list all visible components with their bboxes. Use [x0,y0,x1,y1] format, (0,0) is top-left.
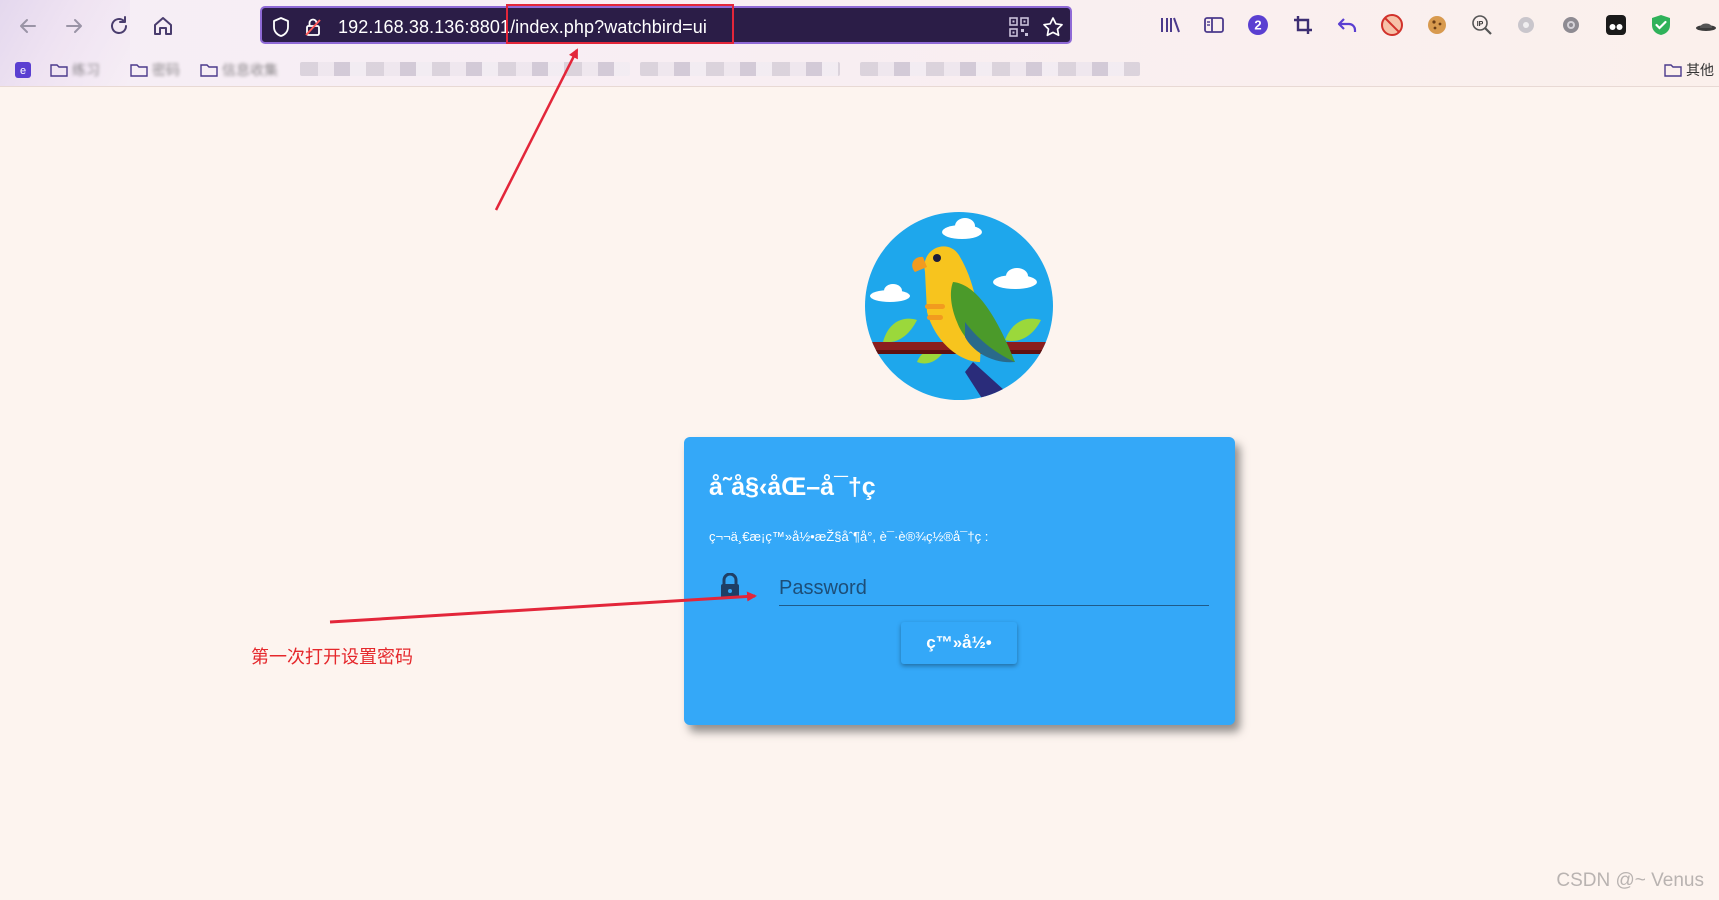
undo-arrow-icon[interactable] [1334,12,1360,38]
url-highlight-box [506,4,734,44]
sidebar-icon[interactable] [1201,12,1227,38]
back-arrow-icon [20,19,36,33]
settings-gear-icon[interactable] [1558,12,1584,38]
card-title: å˜å§‹åŒ–å¯†ç [709,473,876,501]
bookmarks-bar: e 练习 密码 信息收集 其他 [0,56,1719,84]
reload-button[interactable] [103,10,135,42]
bookmark-label: 信息收集 [222,62,278,78]
reload-icon [111,16,127,34]
bookmarks-logo-icon[interactable]: e [14,59,32,81]
folder-icon [200,64,218,77]
login-card: å˜å§‹åŒ–å¯†ç ç¬¬ä¸€æ¡ç™»å½•æŽ§åˆ¶å°, è¯·… [684,437,1235,725]
extension-gear-gray-icon[interactable] [1513,12,1539,38]
folder-icon [50,64,68,77]
folder-icon [1664,64,1682,77]
tampermonkey-icon[interactable] [1603,12,1629,38]
bookmark-folder-info-gathering[interactable]: 信息收集 [200,59,278,81]
bookmark-label: 其他 [1686,62,1714,78]
library-icon[interactable] [1157,12,1183,38]
home-button[interactable] [147,10,179,42]
bookmark-folder-other[interactable]: 其他 [1664,59,1714,81]
bookmark-label: 练习 [72,62,100,78]
qr-code-icon[interactable] [1008,16,1030,38]
cookie-icon[interactable] [1424,12,1450,38]
bookmark-folder-password[interactable]: 密码 [130,59,180,81]
annotation-note: 第一次打开设置密码 [251,647,413,667]
watermark: CSDN @~ Venus [1556,870,1704,891]
svg-text:e: e [20,65,26,77]
browser-chrome: 192.168.38.136:8801/index.php?watchbird=… [0,0,1719,87]
folder-icon [130,64,148,77]
bookmark-star-icon[interactable] [1042,16,1064,38]
bookmark-label: 密码 [152,62,180,78]
ip-lookup-icon[interactable]: IP [1469,12,1495,38]
shield-icon[interactable] [270,16,292,38]
blurred-bookmarks [300,62,630,76]
blurred-bookmarks [640,62,840,76]
extension-badge-icon[interactable]: 2 [1245,12,1271,38]
watchbird-logo [865,212,1053,400]
forward-button[interactable] [58,10,90,42]
extension-badge-count: 2 [1254,18,1261,33]
url-bar[interactable]: 192.168.38.136:8801/index.php?watchbird=… [260,4,1072,44]
lock-icon [718,572,742,599]
svg-text:IP: IP [1477,21,1484,28]
block-extension-icon[interactable] [1379,12,1405,38]
extension-hat-icon[interactable] [1693,12,1719,38]
bookmark-folder-practice[interactable]: 练习 [50,59,100,81]
shield-check-icon[interactable] [1648,12,1674,38]
home-icon [154,17,172,35]
forward-arrow-icon [66,19,82,33]
back-button[interactable] [12,10,44,42]
card-subtitle: ç¬¬ä¸€æ¡ç™»å½•æŽ§åˆ¶å°, è¯·è®¾ç½®å¯†ç : [709,529,989,544]
insecure-lock-icon[interactable] [302,16,324,38]
crop-icon[interactable] [1290,12,1316,38]
password-input[interactable] [779,571,1209,606]
login-button[interactable]: ç™»å½• [901,622,1017,664]
blurred-bookmarks [860,62,1140,76]
